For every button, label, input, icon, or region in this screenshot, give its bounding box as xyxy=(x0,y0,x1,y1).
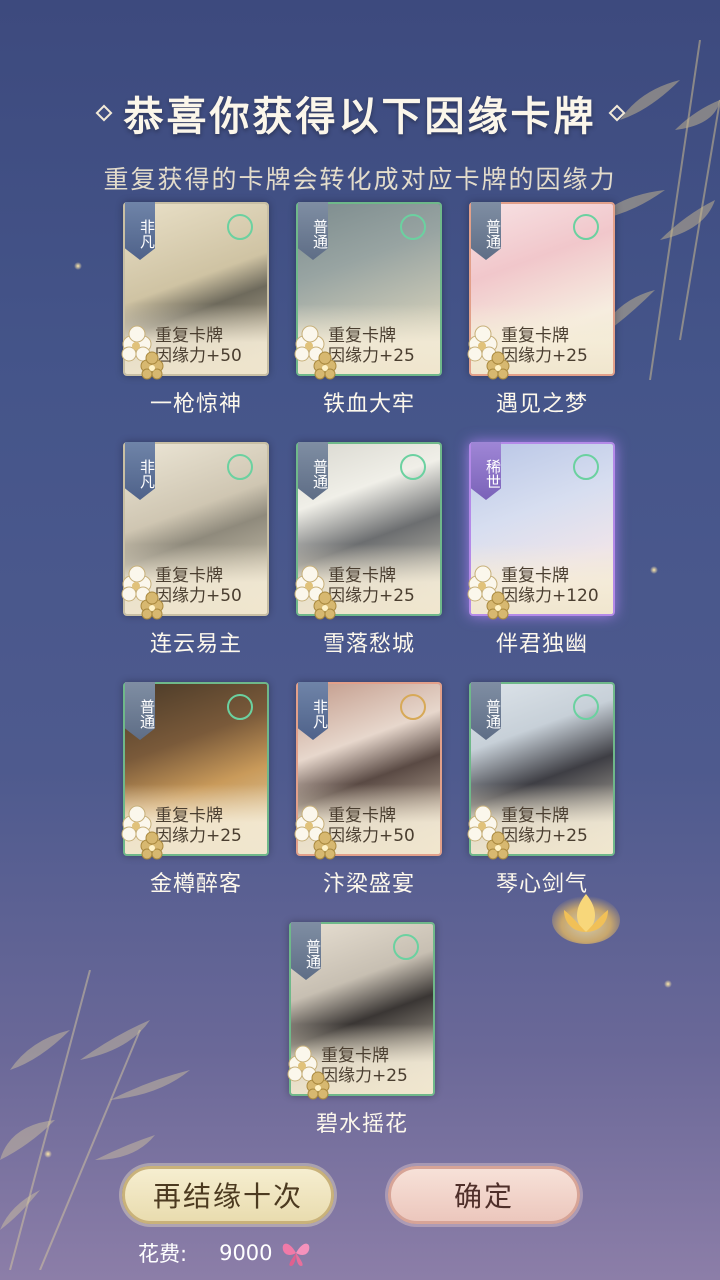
butterfly-icon xyxy=(282,1243,309,1266)
blossom-icon xyxy=(121,325,164,380)
blossom-icon xyxy=(294,805,337,860)
card-emblem-icon xyxy=(573,454,599,480)
card-name: 铁血大牢 xyxy=(322,392,415,417)
rarity-badge: 非凡 xyxy=(125,202,155,260)
cost-value: 9000 xyxy=(219,1241,273,1265)
card-name: 汴梁盛宴 xyxy=(322,872,415,897)
reward-card[interactable]: 重复卡牌 因缘力+25 普通 xyxy=(121,682,269,860)
rarity-badge: 普通 xyxy=(471,202,501,260)
lotus-lamp-icon xyxy=(552,894,620,944)
card-name: 连云易主 xyxy=(149,632,242,657)
reward-card[interactable]: 重复卡牌 因缘力+25 普通 xyxy=(467,202,615,380)
card-emblem-icon xyxy=(400,214,426,240)
card-emblem-icon xyxy=(400,694,426,720)
reward-card[interactable]: 重复卡牌 因缘力+50 非凡 xyxy=(294,682,442,860)
card-name: 雪落愁城 xyxy=(322,632,415,657)
rarity-badge: 非凡 xyxy=(298,682,328,740)
card-emblem-icon xyxy=(227,214,253,240)
card-name: 伴君独幽 xyxy=(495,632,588,657)
rarity-badge: 普通 xyxy=(471,682,501,740)
blossom-icon xyxy=(294,565,337,620)
reward-card[interactable]: 重复卡牌 因缘力+25 普通 xyxy=(467,682,615,860)
card-emblem-icon xyxy=(573,214,599,240)
page-subtitle: 重复获得的卡牌会转化成对应卡牌的因缘力 xyxy=(103,165,617,194)
sparkle xyxy=(74,262,82,270)
rarity-badge: 非凡 xyxy=(125,442,155,500)
card-emblem-icon xyxy=(400,454,426,480)
reward-card[interactable]: 重复卡牌 因缘力+50 非凡 xyxy=(121,202,269,380)
rarity-badge: 普通 xyxy=(298,202,328,260)
reward-card[interactable]: 重复卡牌 因缘力+25 普通 xyxy=(287,922,435,1100)
rarity-badge: 普通 xyxy=(125,682,155,740)
card-name: 金樽醉客 xyxy=(149,872,242,897)
reward-card[interactable]: 重复卡牌 因缘力+25 普通 xyxy=(294,202,442,380)
blossom-icon xyxy=(467,565,510,620)
diamond-ornament-icon xyxy=(95,104,112,122)
reward-card[interactable]: 重复卡牌 因缘力+50 非凡 xyxy=(121,442,269,620)
blossom-icon xyxy=(467,805,510,860)
blossom-icon xyxy=(467,325,510,380)
reward-card[interactable]: 重复卡牌 因缘力+25 普通 xyxy=(294,442,442,620)
card-emblem-icon xyxy=(227,694,253,720)
card-name: 遇见之梦 xyxy=(495,392,588,417)
blossom-icon xyxy=(121,565,164,620)
blossom-icon xyxy=(287,1045,330,1100)
confirm-button[interactable]: 确定 xyxy=(388,1166,580,1224)
result-header: 恭喜你获得以下因缘卡牌 重复获得的卡牌会转化成对应卡牌的因缘力 xyxy=(0,84,720,196)
bamboo-decoration-bottom xyxy=(0,970,190,1270)
rarity-badge: 稀世 xyxy=(471,442,501,500)
card-name: 一枪惊神 xyxy=(149,392,242,417)
draw-ten-again-button[interactable]: 再结缘十次 xyxy=(122,1166,334,1224)
reward-card[interactable]: 重复卡牌 因缘力+120 稀世 xyxy=(467,442,615,620)
diamond-ornament-icon xyxy=(608,104,625,122)
sparkle xyxy=(44,1150,52,1158)
card-emblem-icon xyxy=(393,934,419,960)
sparkle xyxy=(664,980,672,988)
rarity-badge: 普通 xyxy=(291,922,321,980)
card-name: 碧水摇花 xyxy=(315,1112,408,1137)
blossom-icon xyxy=(294,325,337,380)
sparkle xyxy=(650,566,658,574)
card-emblem-icon xyxy=(227,454,253,480)
blossom-icon xyxy=(121,805,164,860)
page-title: 恭喜你获得以下因缘卡牌 xyxy=(123,93,597,140)
card-emblem-icon xyxy=(573,694,599,720)
cost-display: 花费: 9000 xyxy=(138,1238,313,1268)
cost-label: 花费: xyxy=(138,1242,188,1266)
rarity-badge: 普通 xyxy=(298,442,328,500)
